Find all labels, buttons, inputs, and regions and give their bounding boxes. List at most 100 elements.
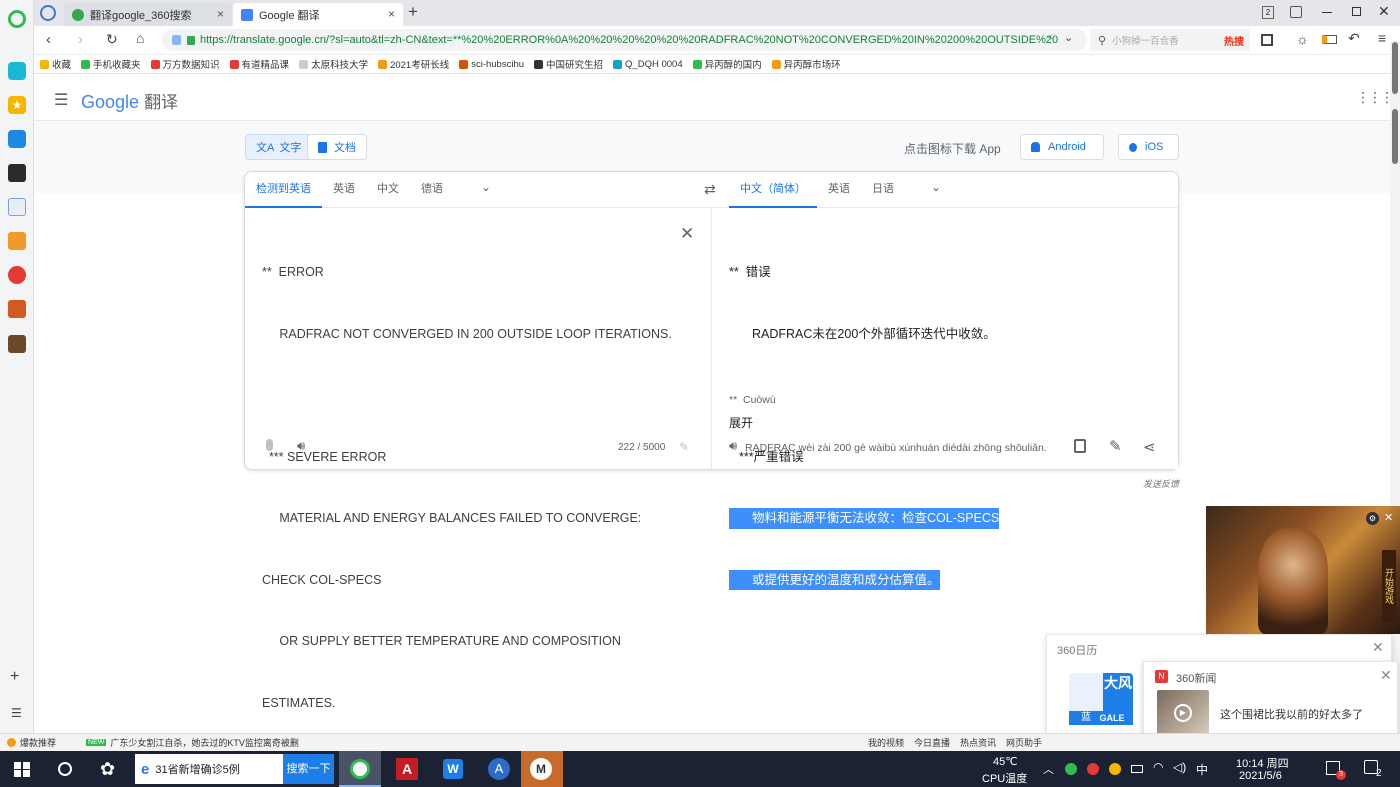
sidebar-app-3-icon[interactable] bbox=[8, 130, 26, 148]
game-ad-popup[interactable]: ⚙ ✕ 开始游戏 bbox=[1206, 506, 1400, 634]
ime-indicator[interactable]: 中 bbox=[1196, 761, 1208, 778]
hot-search-label[interactable]: 热搜 bbox=[1224, 33, 1244, 48]
settings-icon[interactable]: ⚙ bbox=[1366, 512, 1379, 525]
maximize-icon[interactable] bbox=[1352, 7, 1361, 16]
tab-search[interactable]: 翻译google_360搜索 × bbox=[64, 3, 232, 26]
taskbar-wps[interactable]: W bbox=[433, 751, 475, 787]
hamburger-menu-icon[interactable]: ☰ bbox=[54, 90, 68, 110]
address-bar[interactable]: https://translate.google.cn/?sl=auto&tl=… bbox=[162, 29, 1087, 51]
taskbar-autocad[interactable]: A bbox=[387, 751, 429, 787]
close-icon[interactable]: × bbox=[217, 7, 224, 21]
bookmark-item[interactable]: sci-hubscihu bbox=[459, 59, 524, 70]
mode-document-button[interactable]: 文档 bbox=[307, 134, 367, 160]
status-hot-news[interactable]: 热点资讯 bbox=[960, 736, 996, 749]
clear-text-icon[interactable]: ✕ bbox=[680, 224, 694, 244]
status-live[interactable]: 今日直播 bbox=[914, 736, 950, 749]
ios-button[interactable]: iOS bbox=[1118, 134, 1179, 160]
chevron-down-icon[interactable]: ⌄ bbox=[481, 180, 491, 194]
360-browser-logo-icon[interactable] bbox=[8, 10, 26, 28]
bookmark-item[interactable]: 2021考研长线 bbox=[378, 57, 449, 71]
status-news[interactable]: 广东少女割江自杀，她去过的KTV监控离奇被删 bbox=[110, 736, 299, 749]
tray-app-icon[interactable] bbox=[1087, 763, 1099, 775]
volume-icon[interactable]: ◁) bbox=[1173, 760, 1186, 774]
status-my-video[interactable]: 我的视频 bbox=[868, 736, 904, 749]
minimize-icon[interactable] bbox=[1322, 12, 1332, 13]
status-web-assistant[interactable]: 网页助手 bbox=[1006, 736, 1042, 749]
chevron-down-icon[interactable]: ⌄ bbox=[1064, 31, 1073, 44]
tray-battery-icon[interactable] bbox=[1131, 765, 1143, 773]
play-icon[interactable]: ▶ bbox=[1174, 704, 1192, 722]
edit-icon[interactable]: ✎ bbox=[1109, 437, 1122, 455]
bookmark-item[interactable]: 万方数据知识 bbox=[150, 57, 220, 71]
bookmark-item[interactable]: 太原科技大学 bbox=[299, 57, 368, 71]
more-menu-icon[interactable]: ≡ bbox=[1378, 30, 1386, 46]
edit-pencil-icon[interactable]: ✎ bbox=[679, 440, 689, 454]
add-icon[interactable]: + bbox=[10, 668, 19, 686]
wifi-icon[interactable]: ◠ bbox=[1153, 760, 1163, 774]
expand-link[interactable]: 展开 bbox=[729, 414, 753, 431]
tab-english[interactable]: 英语 bbox=[322, 172, 366, 208]
tab-japanese[interactable]: 日语 bbox=[861, 172, 905, 208]
bookmark-item[interactable]: 异丙醇的国内 bbox=[692, 57, 762, 71]
search-box[interactable]: ⚲ 小狗掉一百合香 热搜 bbox=[1090, 29, 1250, 51]
bookmark-item[interactable]: 手机收藏夹 bbox=[81, 57, 141, 71]
reload-icon[interactable]: ↻ bbox=[106, 31, 118, 48]
tab-english[interactable]: 英语 bbox=[817, 172, 861, 208]
speaker-icon[interactable]: 🔊︎ bbox=[729, 438, 737, 454]
start-game-button[interactable]: 开始游戏 bbox=[1382, 550, 1396, 622]
apps-grid-icon[interactable] bbox=[1261, 34, 1273, 46]
tab-count-badge[interactable]: 2 bbox=[1262, 6, 1274, 19]
chevron-down-icon[interactable]: ⌄ bbox=[931, 180, 941, 194]
close-window-icon[interactable]: ✕ bbox=[1378, 3, 1390, 20]
sidebar-app-4-icon[interactable] bbox=[8, 164, 26, 182]
taskbar-app-m[interactable]: M bbox=[521, 751, 563, 787]
url-text[interactable]: https://translate.google.cn/?sl=auto&tl=… bbox=[200, 34, 1058, 46]
news-text[interactable]: 这个围裙比我以前的好太多了 bbox=[1220, 706, 1363, 722]
tray-app2-icon[interactable] bbox=[1109, 763, 1121, 775]
clock-time[interactable]: 10:14 周四 bbox=[1236, 755, 1289, 771]
android-button[interactable]: Android bbox=[1020, 134, 1104, 160]
menu-list-icon[interactable]: ☰ bbox=[11, 706, 22, 720]
tray-expand-icon[interactable]: ︿ bbox=[1043, 761, 1054, 777]
swap-languages-icon[interactable]: ⇄ bbox=[704, 181, 716, 198]
taskbar-search-box[interactable]: e 31省新增确诊5例 bbox=[135, 754, 283, 784]
status-hot-deals[interactable]: 爆款推荐 bbox=[20, 736, 56, 749]
copy-icon[interactable] bbox=[1074, 439, 1086, 453]
close-icon[interactable]: ✕ bbox=[1380, 667, 1392, 684]
bookmark-item[interactable]: 收藏 bbox=[40, 57, 71, 71]
tab-google-translate[interactable]: Google 翻译 × bbox=[233, 3, 403, 26]
google-logo[interactable]: Google 翻译 bbox=[81, 88, 178, 113]
star-icon[interactable]: ★ bbox=[8, 96, 26, 114]
brightness-icon[interactable]: ☼ bbox=[1296, 31, 1309, 47]
forward-icon[interactable]: › bbox=[78, 31, 83, 48]
tab-german[interactable]: 德语 bbox=[410, 172, 454, 208]
tab-chinese-simplified[interactable]: 中文（简体） bbox=[729, 172, 817, 208]
taskbar-search-button[interactable]: 搜索一下 bbox=[283, 754, 334, 784]
bookmark-item[interactable]: Q_DQH 0004 bbox=[613, 59, 683, 70]
shirt-icon[interactable] bbox=[1290, 6, 1302, 18]
bookmark-item[interactable]: 异丙醇市场环 bbox=[771, 57, 841, 71]
tray-360-icon[interactable] bbox=[1065, 763, 1077, 775]
microphone-icon[interactable] bbox=[266, 439, 273, 451]
taskbar-360-browser[interactable] bbox=[339, 751, 381, 787]
source-text-area[interactable]: ** ERROR RADFRAC NOT CONVERGED IN 200 OU… bbox=[262, 221, 672, 734]
share-icon[interactable]: ⋖ bbox=[1143, 438, 1156, 456]
mode-text-button[interactable]: 文A 文字 bbox=[245, 134, 313, 160]
tab-chinese[interactable]: 中文 bbox=[366, 172, 410, 208]
close-icon[interactable]: × bbox=[388, 7, 395, 21]
sidebar-app-1-icon[interactable] bbox=[8, 62, 26, 80]
task-view-icon[interactable]: ✿ bbox=[100, 759, 115, 780]
close-ad-icon[interactable]: ✕ bbox=[1384, 511, 1393, 524]
google-apps-icon[interactable]: ⋮⋮⋮ bbox=[1356, 89, 1394, 106]
sidebar-app-9-icon[interactable] bbox=[8, 335, 26, 353]
sidebar-app-5-icon[interactable] bbox=[8, 198, 26, 216]
taskbar-translator[interactable]: A bbox=[479, 751, 521, 787]
speaker-icon[interactable]: 🔊︎ bbox=[297, 438, 305, 454]
sidebar-app-7-icon[interactable] bbox=[8, 266, 26, 284]
close-icon[interactable]: ✕ bbox=[1372, 639, 1384, 656]
scrollbar-thumb[interactable] bbox=[1392, 42, 1398, 94]
sidebar-app-8-icon[interactable] bbox=[8, 300, 26, 318]
feedback-link[interactable]: 发送反馈 bbox=[1143, 477, 1179, 490]
scrollbar-thumb-2[interactable] bbox=[1392, 109, 1398, 164]
sidebar-app-6-icon[interactable] bbox=[8, 232, 26, 250]
